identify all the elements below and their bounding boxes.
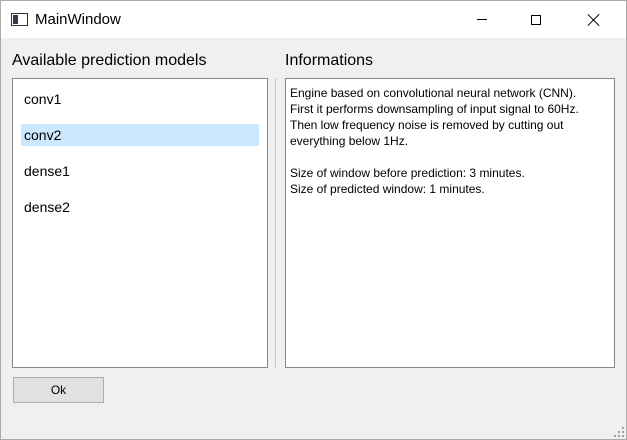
info-blank-line bbox=[290, 149, 610, 165]
list-item-dense1[interactable]: dense1 bbox=[21, 160, 259, 182]
maximize-button[interactable] bbox=[513, 1, 559, 38]
info-text-area[interactable]: Engine based on convolutional neural net… bbox=[285, 78, 615, 368]
info-line: Size of predicted window: 1 minutes. bbox=[290, 182, 485, 196]
main-window: MainWindow Available prediction models I… bbox=[0, 0, 627, 440]
info-line: Engine based on convolutional neural net… bbox=[290, 86, 577, 100]
size-grip-icon[interactable] bbox=[612, 425, 624, 437]
close-button[interactable] bbox=[571, 1, 617, 38]
list-item-dense2[interactable]: dense2 bbox=[21, 196, 259, 218]
list-item-conv2[interactable]: conv2 bbox=[21, 124, 259, 146]
info-label: Informations bbox=[285, 52, 374, 69]
title-bar[interactable]: MainWindow bbox=[1, 1, 626, 38]
maximize-icon bbox=[531, 14, 541, 25]
minimize-icon bbox=[477, 19, 487, 20]
info-line: everything below 1Hz. bbox=[290, 134, 409, 148]
info-line: First it performs downsampling of input … bbox=[290, 102, 579, 116]
minimize-button[interactable] bbox=[459, 1, 505, 38]
info-line: Then low frequency noise is removed by c… bbox=[290, 118, 564, 132]
splitter-handle[interactable] bbox=[275, 78, 276, 368]
info-line: Size of window before prediction: 3 minu… bbox=[290, 166, 525, 180]
window-title: MainWindow bbox=[35, 11, 121, 28]
close-icon bbox=[587, 13, 601, 27]
models-label: Available prediction models bbox=[12, 52, 207, 69]
models-list[interactable]: conv1 conv2 dense1 dense2 bbox=[12, 78, 268, 368]
ok-button[interactable]: Ok bbox=[13, 377, 104, 403]
app-icon bbox=[11, 13, 28, 26]
list-item-conv1[interactable]: conv1 bbox=[21, 88, 259, 110]
